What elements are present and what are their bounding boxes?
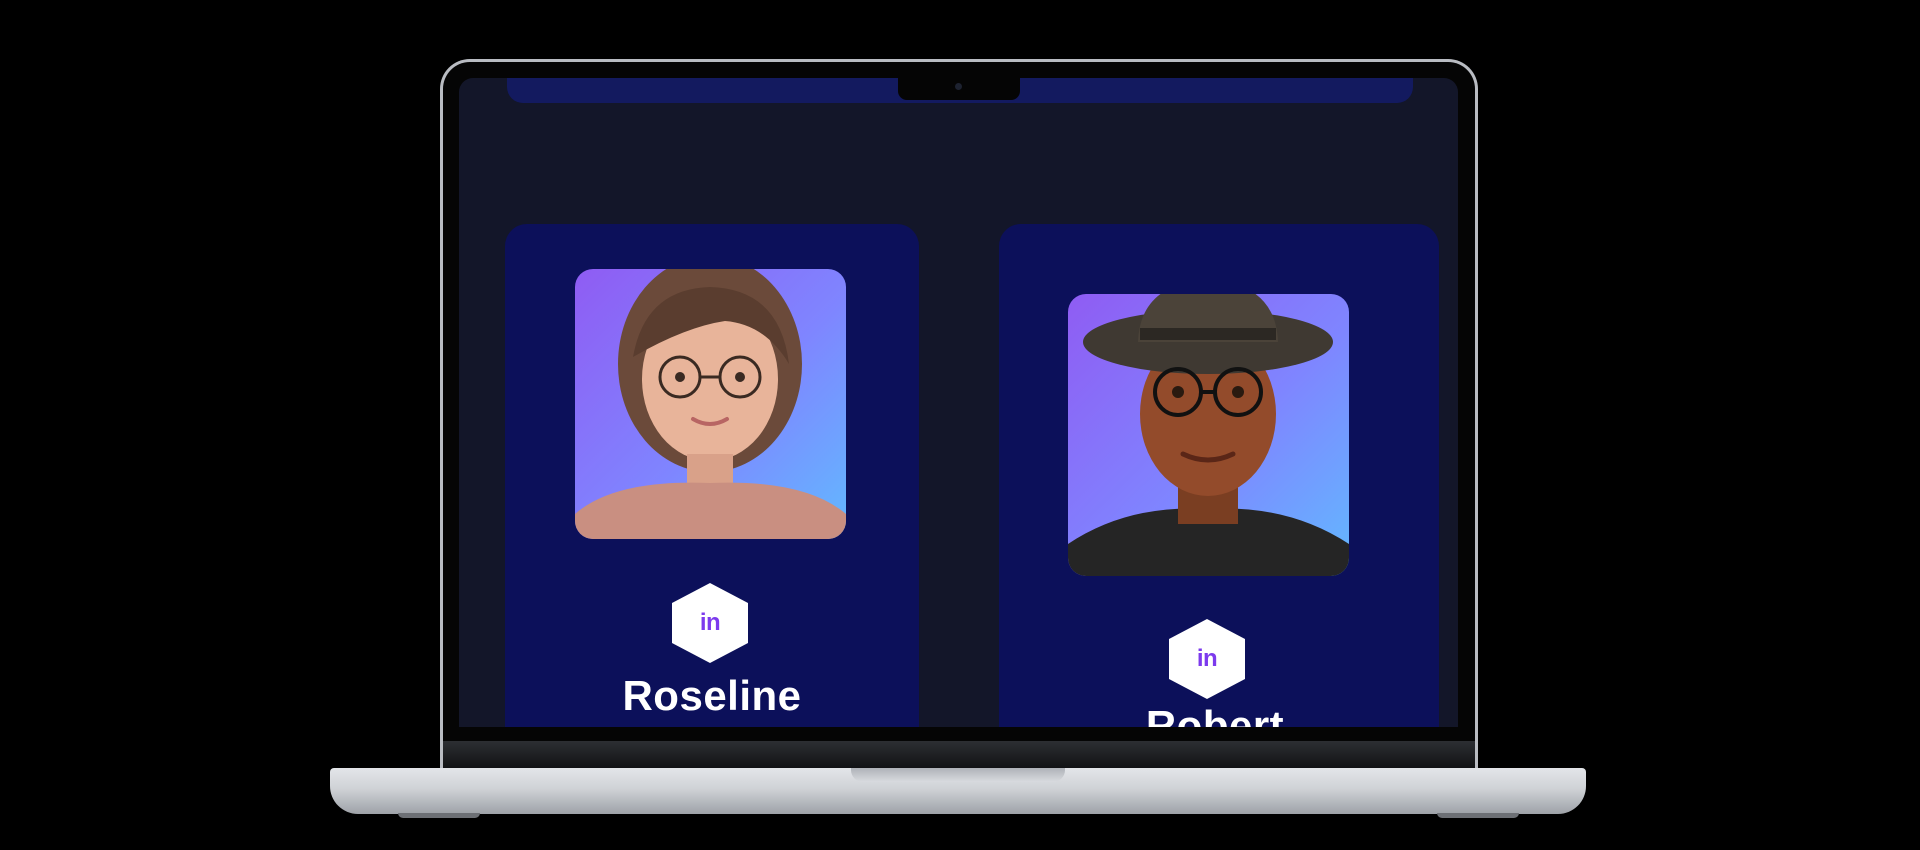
laptop-screen: in Roseline UI/UX DESIGNER in (459, 78, 1458, 727)
laptop-foot (398, 813, 480, 818)
avatar-illustration (1068, 294, 1349, 576)
camera-icon (955, 83, 962, 90)
linkedin-button[interactable]: in (672, 583, 748, 663)
camera-notch (898, 78, 1020, 100)
laptop-foot (1437, 813, 1519, 818)
avatar-illustration (575, 269, 846, 539)
avatar (575, 269, 846, 539)
linkedin-button[interactable]: in (1169, 619, 1245, 699)
linkedin-icon: in (699, 609, 721, 636)
member-name: Roseline (622, 672, 802, 719)
avatar (1068, 294, 1349, 576)
team-card-robert: in Robert HEAD OF MARKETING (999, 224, 1439, 727)
team-card-roseline: in Roseline UI/UX DESIGNER (505, 224, 919, 727)
laptop-base (330, 768, 1586, 814)
linkedin-icon: in (1196, 645, 1218, 672)
laptop-hinge (443, 741, 1475, 768)
member-name: Robert (1145, 702, 1285, 727)
base-thumb-notch (851, 768, 1065, 782)
